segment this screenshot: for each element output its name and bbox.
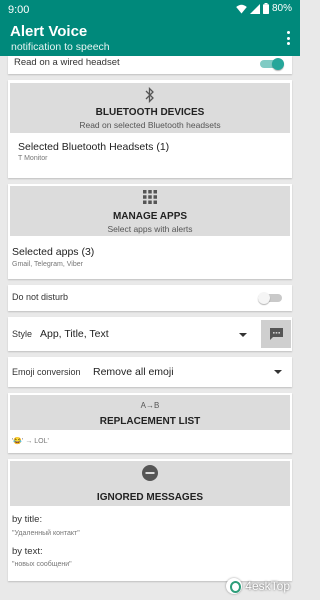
emoji-card: Emoji conversion Remove all emoji <box>8 357 292 387</box>
more-vert-icon[interactable] <box>284 28 292 48</box>
ignored-messages-button[interactable]: Ignored messages <box>10 461 290 506</box>
emoji-select[interactable]: Remove all emoji <box>93 366 174 378</box>
ignored-by-title-label: by title: <box>12 514 43 525</box>
do-not-disturb-card: Do not disturb <box>8 285 292 311</box>
watermark-logo-icon <box>226 578 243 594</box>
status-time: 9:00 <box>8 4 30 16</box>
wired-headset-label: Read on a wired headset <box>14 57 120 68</box>
signal-icon <box>249 3 260 14</box>
apps-button-subtitle: Select apps with alerts <box>107 224 193 234</box>
bluetooth-icon <box>145 87 154 103</box>
apps-button-title: Manage apps <box>112 211 188 222</box>
status-bar: 9:00 80% <box>0 0 300 20</box>
app-subtitle: notification to speech <box>11 41 110 53</box>
style-select[interactable]: App, Title, Text <box>40 328 109 340</box>
manage-apps-button[interactable]: Manage apps Select apps with alerts <box>10 186 290 236</box>
a-to-b-icon: A→B <box>140 401 160 410</box>
ignored-by-title-value: "Удаленный контакт" <box>12 530 80 537</box>
bluetooth-card: Bluetooth devices Read on selected Bluet… <box>8 80 292 178</box>
bluetooth-button-title: Bluetooth devices <box>95 107 205 118</box>
ignored-by-text-label: by text: <box>12 546 43 557</box>
wired-headset-toggle[interactable] <box>260 58 284 70</box>
ignored-by-text-value: "новых сообщени" <box>12 561 72 568</box>
replacement-list-button[interactable]: A→B Replacement list <box>10 395 290 430</box>
wired-headset-card: Read on a wired headset <box>8 56 292 74</box>
app-title: Alert Voice <box>10 23 88 40</box>
battery-icon <box>262 3 269 14</box>
do-not-disturb-toggle[interactable] <box>258 292 282 304</box>
apps-card: Manage apps Select apps with alerts Sele… <box>8 184 292 279</box>
apps-selected-label[interactable]: Selected apps (3) <box>12 246 94 258</box>
style-preview-button[interactable] <box>261 320 291 348</box>
replacement-card: A→B Replacement list '😂' → LOL' <box>8 393 292 453</box>
style-card: Style App, Title, Text <box>8 317 292 351</box>
battery-level: 80% <box>271 3 292 14</box>
bluetooth-selected-label[interactable]: Selected Bluetooth Headsets (1) <box>18 141 169 153</box>
emoji-label: Emoji conversion <box>12 367 81 377</box>
block-icon <box>142 465 158 481</box>
bluetooth-selected-value: T Monitor <box>18 155 48 162</box>
wifi-icon <box>236 4 247 13</box>
replacement-example: '😂' → LOL' <box>12 438 49 445</box>
watermark-text: 4eskTop <box>245 579 290 593</box>
style-dropdown-arrow-icon[interactable] <box>239 333 247 337</box>
emoji-dropdown-arrow-icon[interactable] <box>274 370 282 374</box>
ignored-card: Ignored messages by title: "Удаленный ко… <box>8 459 292 581</box>
bluetooth-button-subtitle: Read on selected Bluetooth headsets <box>79 120 221 130</box>
app-bar: Alert Voice notification to speech <box>0 20 300 56</box>
status-icons: 80% <box>236 3 292 14</box>
message-icon <box>269 328 283 340</box>
bluetooth-devices-button[interactable]: Bluetooth devices Read on selected Bluet… <box>10 83 290 133</box>
style-label: Style <box>12 329 33 339</box>
apps-grid-icon <box>143 190 157 204</box>
apps-selected-value: Gmail, Telegram, Viber <box>12 261 83 268</box>
watermark: 4eskTop <box>226 578 290 594</box>
do-not-disturb-label: Do not disturb <box>12 292 69 302</box>
replacement-button-title: Replacement list <box>99 416 201 427</box>
ignored-button-title: Ignored messages <box>96 492 204 503</box>
